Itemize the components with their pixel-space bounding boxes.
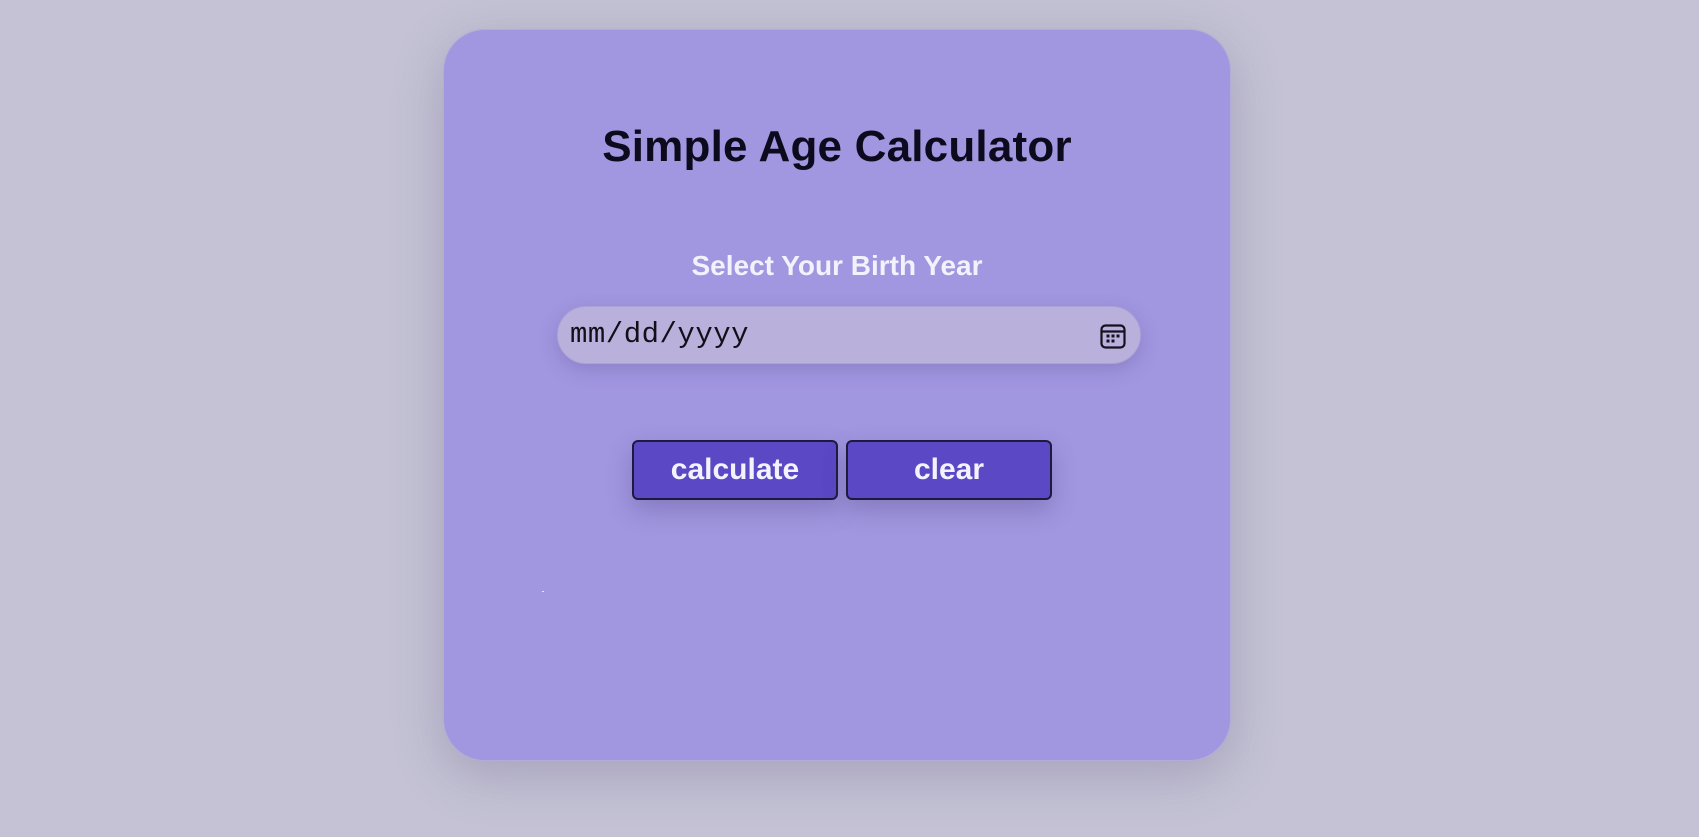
clear-button[interactable]: clear xyxy=(846,440,1052,500)
birth-year-label: Select Your Birth Year xyxy=(691,250,983,281)
calculate-button[interactable]: calculate xyxy=(632,440,838,500)
date-placeholder-text: mm/dd/yyyy xyxy=(570,318,750,351)
decorative-dot xyxy=(542,591,544,592)
page-title: Simple Age Calculator xyxy=(602,122,1072,171)
birth-date-input[interactable]: mm/dd/yyyy xyxy=(557,306,1141,364)
calculator-card: Simple Age Calculator Select Your Birth … xyxy=(443,29,1231,761)
calendar-icon[interactable] xyxy=(1099,322,1127,350)
